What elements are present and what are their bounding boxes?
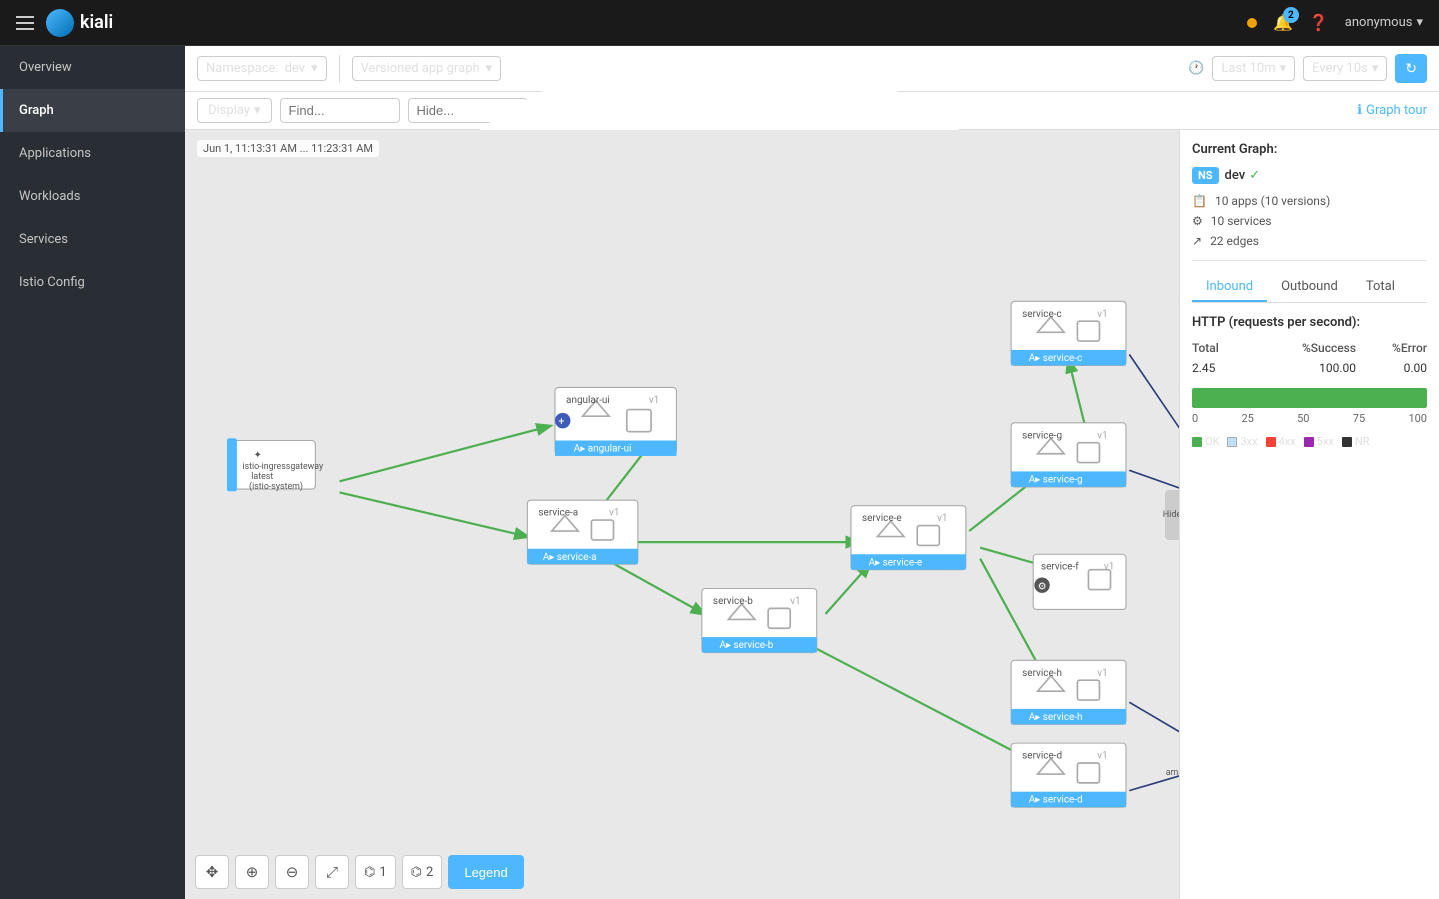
node-service-e[interactable]: service-e v1 A▸ service-e [851,506,966,570]
svg-text:v1: v1 [790,596,800,607]
svg-text:service-c: service-c [1022,309,1062,320]
svg-text:✦: ✦ [253,450,261,461]
hide-panel-toggle[interactable]: Hide [1165,490,1179,540]
svg-text:v1: v1 [1097,668,1107,679]
node-service-f[interactable]: service-f v1 ⚙ [1033,554,1126,609]
node-service-g[interactable]: service-g v1 A▸ service-g [1011,423,1126,487]
svg-text:service-a: service-a [538,508,578,519]
svg-text:v1: v1 [1097,751,1107,762]
layout2-icon: ⌬ [411,865,422,880]
svg-text:(istio-system): (istio-system) [249,481,303,492]
svg-text:A▸ service-e: A▸ service-e [869,557,923,568]
progress-bar [1192,388,1427,408]
fit-button[interactable]: ⤢ [315,855,349,889]
progress-bar-fill [1192,388,1427,408]
svg-text:A▸ angular-ui: A▸ angular-ui [574,444,632,455]
svg-text:v1: v1 [937,513,947,524]
svg-text:A▸ service-d: A▸ service-d [1029,795,1083,806]
user-status-icon [1247,18,1257,28]
layout1-button[interactable]: ⌬ 1 [355,855,396,889]
svg-text:istio-ingressgateway: istio-ingressgateway [242,462,324,472]
svg-text:A▸ service-b: A▸ service-b [720,640,774,651]
node-angular-ui[interactable]: angular-ui v1 A▸ angular-ui + [555,387,676,455]
svg-text:service-h: service-h [1022,668,1062,679]
svg-text:v1: v1 [1097,309,1107,320]
node-amazon-external[interactable]: ✦ amazon-mq-external-mesh [1166,727,1179,779]
svg-text:A▸ service-h: A▸ service-h [1029,712,1083,723]
svg-text:A▸ service-g: A▸ service-g [1029,474,1083,485]
node-ingress[interactable]: ✦ istio-ingressgateway latest (istio-sys… [227,438,324,492]
bottom-controls: ✥ ⊕ ⊖ ⤢ ⌬ 1 ⌬ 2 Legend [195,855,524,889]
svg-text:A▸ service-c: A▸ service-c [1029,353,1082,364]
layout1-count: 1 [379,865,386,880]
legend-button[interactable]: Legend [448,855,523,889]
kiali-icon [46,9,74,37]
svg-text:service-g: service-g [1022,430,1062,441]
layout2-count: 2 [426,865,433,880]
svg-text:v1: v1 [609,508,619,519]
svg-text:angular-ui: angular-ui [566,395,610,406]
layout2-button[interactable]: ⌬ 2 [402,855,443,889]
graph-area[interactable]: Jun 1, 11:13:31 AM ... 11:23:31 AM [185,130,1179,899]
kiali-logo: kiali [46,9,113,37]
help-button[interactable]: ❓ [1309,13,1329,32]
node-service-c[interactable]: service-c v1 A▸ service-c [1011,301,1126,365]
svg-text:v1: v1 [1104,562,1114,573]
zoom-in-button[interactable]: ⊕ [235,855,269,889]
svg-text:amazon-mq-external-mesh: amazon-mq-external-mesh [1166,768,1179,778]
svg-text:service-b: service-b [713,596,753,607]
svg-text:v1: v1 [649,395,659,406]
zoom-out-button[interactable]: ⊖ [275,855,309,889]
graph-svg: ✦ istio-ingressgateway latest (istio-sys… [185,130,1179,899]
navbar: kiali 🔔 2 ❓ anonymous ▾ [0,0,1439,46]
svg-text:v1: v1 [1097,430,1107,441]
layout1-icon: ⌬ [364,865,375,880]
svg-text:A▸ service-a: A▸ service-a [543,552,597,563]
node-service-a[interactable]: service-a v1 A▸ service-a [527,500,637,564]
notifications-badge: 2 [1283,7,1299,23]
notifications-button[interactable]: 🔔 2 [1273,13,1293,32]
node-service-b[interactable]: service-b v1 A▸ service-b [702,588,817,652]
node-service-d[interactable]: service-d v1 A▸ service-d [1011,743,1126,807]
node-service-h[interactable]: service-h v1 A▸ service-h [1011,660,1126,724]
move-button[interactable]: ✥ [195,855,229,889]
svg-text:service-d: service-d [1022,751,1062,762]
svg-text:service-e: service-e [862,513,902,524]
navbar-left: kiali [16,9,113,37]
svg-text:service-f: service-f [1041,562,1079,573]
svg-text:+: + [558,415,564,428]
svg-text:latest: latest [251,472,273,482]
svg-text:⚙: ⚙ [1038,582,1047,593]
hide-panel-icon: Hide [1163,510,1179,520]
